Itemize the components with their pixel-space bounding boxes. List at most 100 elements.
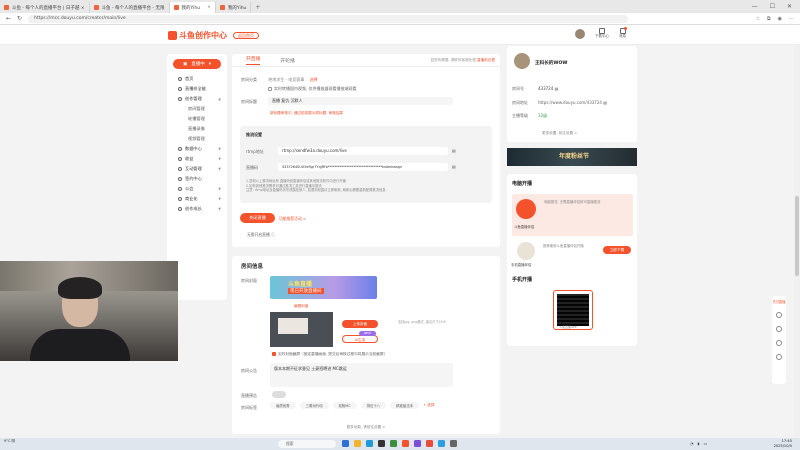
new-tab-button[interactable]: + bbox=[255, 2, 260, 13]
download-center[interactable]: 下载中心 bbox=[595, 28, 609, 39]
sidebar-item[interactable]: 房间管理 bbox=[167, 104, 227, 114]
app-icon[interactable] bbox=[438, 440, 445, 447]
feature-link[interactable]: 功能推荐活动 > bbox=[279, 216, 306, 222]
tab-live[interactable]: 开直播 bbox=[246, 55, 261, 65]
battery-icon[interactable]: ▭ bbox=[704, 441, 708, 446]
volume-icon[interactable]: ◖ bbox=[698, 441, 700, 446]
select-tags-link[interactable]: + 选择 bbox=[423, 403, 434, 408]
menu-icon[interactable]: ⋯ bbox=[789, 16, 794, 22]
browser-tab[interactable]: 斗鱼 - 每个人的直播平台 - 无限 bbox=[90, 2, 170, 13]
ai-generate-button[interactable]: AI生成 bbox=[342, 335, 378, 343]
messages[interactable]: 消息 bbox=[619, 27, 627, 39]
title-review-tip: 新标题审核中, 通过前将展示原标题, 审核结果 bbox=[270, 111, 343, 115]
sidebar-item[interactable]: 直播伴全能 bbox=[167, 84, 227, 94]
star-icon[interactable]: ☆ bbox=[756, 16, 760, 22]
scrollbar-thumb[interactable] bbox=[795, 196, 799, 276]
windows-start-icon[interactable] bbox=[342, 440, 349, 447]
taskbar-search[interactable]: 搜索 bbox=[278, 440, 336, 448]
notice-textarea[interactable]: 版本本期不征求意见 土豪招聘进 MC跳运 bbox=[270, 363, 453, 387]
app-icon[interactable] bbox=[390, 440, 397, 447]
screenshot-thumbnail[interactable] bbox=[270, 312, 333, 347]
sidebar-item[interactable]: 轮播管理 bbox=[167, 114, 227, 124]
profile-avatar[interactable] bbox=[514, 53, 530, 69]
room-title-input[interactable]: 直播 复仇 沉默人 bbox=[268, 97, 453, 105]
minimize-icon[interactable]: — bbox=[752, 3, 758, 10]
nav-icon bbox=[178, 97, 182, 101]
copy-icon[interactable]: ▤ bbox=[452, 164, 456, 169]
app-icon[interactable] bbox=[426, 440, 433, 447]
close-window-icon[interactable]: ✕ bbox=[787, 3, 792, 10]
room-tag[interactable]: 精准狙击手 bbox=[390, 402, 420, 409]
live-status-button[interactable]: ▣ 直播中 ▾ bbox=[173, 59, 221, 69]
pc-assistant-label: 斗鱼直播伴侣 bbox=[514, 225, 535, 229]
rtmp-url-field[interactable]: rtmp://sendfw3a.douyu.com/live bbox=[278, 147, 448, 155]
sidebar-item[interactable]: 直播录像 bbox=[167, 124, 227, 134]
room-type-select-link[interactable]: 选择 bbox=[310, 77, 318, 82]
app-icon[interactable] bbox=[414, 440, 421, 447]
back-home-button[interactable]: 返回首页 bbox=[233, 32, 259, 39]
close-live-button[interactable]: 关闭直播 bbox=[240, 213, 275, 223]
room-tag[interactable]: 双枪MC bbox=[332, 402, 357, 409]
page-scrollbar[interactable] bbox=[794, 46, 800, 438]
chevron-down-icon: ▼ bbox=[218, 167, 221, 171]
room-tag[interactable]: 画质优秀 bbox=[270, 402, 296, 409]
maximize-icon[interactable]: ☐ bbox=[770, 3, 775, 10]
copy-icon[interactable]: ▤ bbox=[452, 148, 456, 153]
sidebar-item[interactable]: 首页 bbox=[167, 74, 227, 84]
close-tab-icon[interactable]: × bbox=[207, 5, 211, 10]
app-icon[interactable] bbox=[450, 440, 457, 447]
sidebar-item[interactable]: 签约中心 bbox=[167, 174, 227, 184]
tab-playback[interactable]: 开轮播 bbox=[280, 57, 294, 64]
sidebar-item[interactable]: 视频管理 bbox=[167, 134, 227, 144]
extensions-icon[interactable]: ⧉ bbox=[767, 16, 771, 22]
terminal-icon[interactable] bbox=[378, 440, 385, 447]
copy-icon[interactable]: ▤ bbox=[603, 100, 607, 105]
no-live-tip: 无需开启直播 ⓘ bbox=[247, 232, 275, 237]
feedback-icon[interactable] bbox=[776, 312, 782, 318]
customer-service-icon[interactable] bbox=[776, 340, 782, 346]
must-read-link[interactable]: 直播前必看 bbox=[477, 58, 495, 62]
douyu-icon[interactable] bbox=[402, 440, 409, 447]
edit-cover-link[interactable]: 编辑封面 bbox=[294, 304, 308, 309]
try-live-button[interactable]: 先试直播 bbox=[773, 300, 786, 304]
back-to-top-icon[interactable] bbox=[776, 354, 782, 360]
preview-toggle[interactable] bbox=[272, 391, 286, 398]
relay-checkbox[interactable] bbox=[268, 87, 272, 91]
promo-banner[interactable]: 年度粉丝节 bbox=[507, 148, 637, 166]
weather-widget[interactable]: 9°C 阴 bbox=[4, 439, 15, 443]
browser-tab[interactable]: 我的Yihu × bbox=[169, 2, 216, 13]
edge-icon[interactable] bbox=[366, 440, 373, 447]
browser-tab[interactable]: 斗鱼 - 每个人的直播平台 | 日子越 × bbox=[0, 2, 90, 13]
copy-icon[interactable]: ▤ bbox=[555, 86, 559, 91]
room-link[interactable]: https://www.douyu.com/433724 bbox=[538, 100, 602, 105]
room-footer-link[interactable]: 更多功能, 请前往设置 > bbox=[232, 425, 500, 430]
room-tag[interactable]: 三角洲行动 bbox=[299, 402, 329, 409]
site-logo[interactable]: 斗鱼创作中心 返回首页 bbox=[168, 30, 259, 41]
help-icon[interactable] bbox=[776, 326, 782, 332]
back-icon[interactable]: ← bbox=[6, 15, 11, 22]
room-tag[interactable]: 排位十八 bbox=[360, 402, 387, 409]
cover-image[interactable]: 斗鱼直播 现已开放直播间 bbox=[270, 276, 377, 299]
url-input[interactable]: https://mcs.douyu.com/creator/main/live bbox=[28, 14, 629, 23]
sidebar-item[interactable]: 数据中心 ▼ bbox=[167, 144, 227, 154]
sidebar-item[interactable]: 收益 ▼ bbox=[167, 154, 227, 164]
wifi-icon[interactable]: ◔ bbox=[690, 441, 694, 446]
stream-code-label: 直播码 bbox=[246, 165, 258, 170]
upload-cover-button[interactable]: 上传封面 bbox=[342, 320, 378, 328]
sidebar-item[interactable]: 公会 ▼ bbox=[167, 184, 227, 194]
profile-more-link[interactable]: 更多设置, 前往设置 > bbox=[542, 131, 577, 136]
reload-icon[interactable]: ↻ bbox=[17, 15, 22, 22]
sidebar-item[interactable]: 创作成长 ▼ bbox=[167, 204, 227, 214]
profile-icon[interactable]: ◉ bbox=[778, 16, 782, 22]
system-clock[interactable]: 17:45 2025/10/5 bbox=[774, 439, 792, 448]
browser-tab[interactable]: 我的Yihu bbox=[216, 2, 252, 13]
sidebar-item[interactable]: 商业化 ▼ bbox=[167, 194, 227, 204]
sidebar-item[interactable]: 互动管理 ▼ bbox=[167, 164, 227, 174]
stream-code-field[interactable]: 4337264SUU5eRgr7YqJRFa******************… bbox=[278, 163, 448, 171]
file-explorer-icon[interactable] bbox=[354, 440, 361, 447]
download-assistant-button[interactable]: 立即下载 bbox=[603, 246, 631, 254]
auto-snapshot-checkbox[interactable] bbox=[272, 352, 276, 356]
sidebar-item[interactable]: 创作管理 ▲ bbox=[167, 94, 227, 104]
user-avatar[interactable] bbox=[575, 28, 585, 39]
nav-icon bbox=[178, 187, 182, 191]
